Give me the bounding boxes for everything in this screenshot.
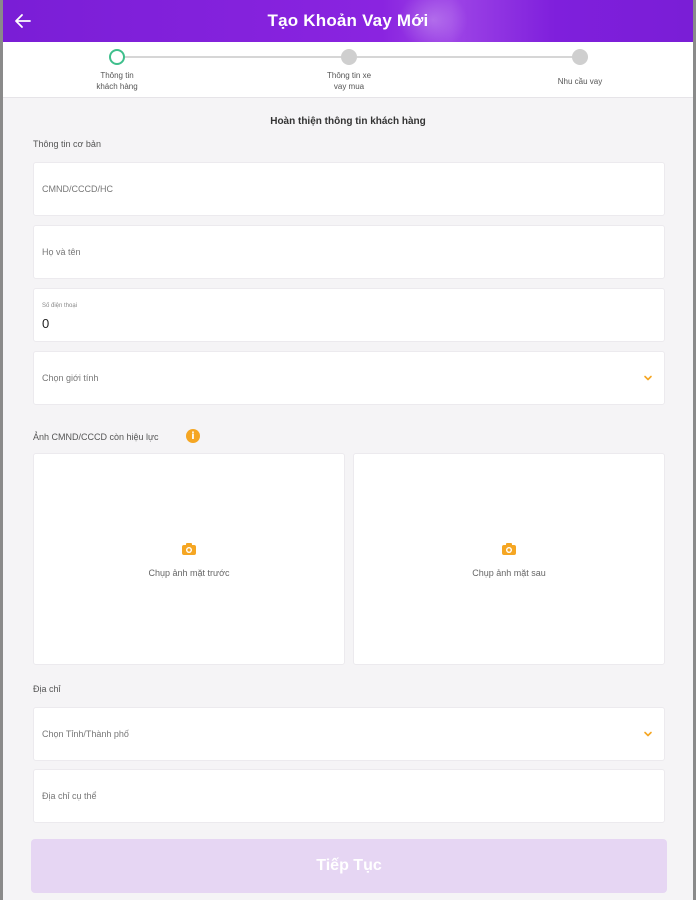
back-photo-label: Chụp ảnh mặt sau: [472, 568, 546, 578]
step-3-label: Nhu cầu vay: [557, 77, 603, 86]
full-name-field[interactable]: Họ và tên: [33, 225, 665, 279]
gender-placeholder: Chọn giới tính: [42, 373, 99, 383]
gender-select[interactable]: Chọn giới tính: [33, 351, 665, 405]
phone-value: 0: [42, 316, 50, 331]
arrow-left-icon: [15, 14, 31, 28]
step-3-indicator: [572, 49, 588, 65]
camera-icon: [182, 543, 196, 555]
app-header: Tạo Khoản Vay Mới: [3, 0, 693, 42]
full-name-placeholder: Họ và tên: [42, 247, 81, 257]
step-connector: [357, 56, 577, 58]
camera-icon: [502, 543, 516, 555]
address-detail-placeholder: Địa chỉ cụ thể: [42, 791, 97, 801]
step-1-indicator: [109, 49, 125, 65]
back-photo-upload[interactable]: Chụp ảnh mặt sau: [353, 453, 665, 665]
info-icon[interactable]: i: [186, 429, 200, 443]
page-title: Tạo Khoản Vay Mới: [267, 11, 429, 30]
id-number-field[interactable]: CMND/CCCD/HC: [33, 162, 665, 216]
province-select[interactable]: Chọn Tỉnh/Thành phố: [33, 707, 665, 761]
phone-label: Số điện thoại: [42, 303, 78, 309]
chevron-down-icon: [644, 375, 652, 381]
continue-button[interactable]: Tiếp Tục: [31, 839, 667, 893]
progress-stepper: Thông tin khách hàng Thông tin xe vay mu…: [3, 42, 693, 98]
front-photo-upload[interactable]: Chụp ảnh mặt trước: [33, 453, 345, 665]
window-frame-left: [0, 0, 3, 900]
step-connector: [121, 56, 345, 58]
id-number-placeholder: CMND/CCCD/HC: [42, 184, 113, 194]
form-heading: Hoàn thiện thông tin khách hàng: [270, 116, 426, 127]
step-2-indicator: [341, 49, 357, 65]
id-photos-label: Ảnh CMND/CCCD còn hiệu lực: [33, 432, 159, 442]
step-2-label: Thông tin xe vay mua: [326, 71, 372, 91]
step-1-label: Thông tin khách hàng: [96, 71, 138, 91]
province-placeholder: Chọn Tỉnh/Thành phố: [42, 729, 129, 739]
front-photo-label: Chụp ảnh mặt trước: [148, 568, 230, 578]
basic-info-label: Thông tin cơ bản: [33, 139, 101, 149]
phone-field[interactable]: Số điện thoại 0: [33, 288, 665, 342]
address-detail-field[interactable]: Địa chỉ cụ thể: [33, 769, 665, 823]
back-button[interactable]: [11, 9, 35, 33]
address-label: Địa chỉ: [33, 684, 61, 694]
chevron-down-icon: [644, 731, 652, 737]
